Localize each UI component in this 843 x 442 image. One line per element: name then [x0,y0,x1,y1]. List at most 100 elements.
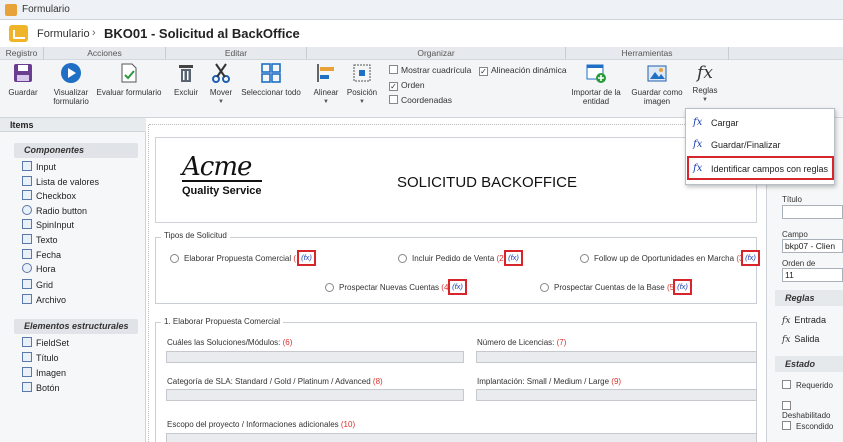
titulo-input[interactable] [782,205,843,219]
componentes-section-header[interactable]: Componentes [14,143,138,158]
coordenadas-checkbox[interactable]: Coordenadas [389,95,452,105]
reglas-button[interactable]: fx Reglas ▼ [689,62,721,105]
app-icon [5,4,17,16]
component-checkbox[interactable]: Checkbox [22,190,76,203]
excluir-button[interactable]: Excluir [170,62,202,97]
window-title: Formulario [22,4,70,15]
sla-input[interactable] [166,389,464,401]
component-label: Grid [36,280,54,290]
evaluate-document-icon [121,63,137,83]
mostrar-cuadricula-label: Mostrar cuadrícula [401,65,472,75]
group-acciones: Acciones [44,47,166,60]
escopo-input[interactable] [166,433,757,442]
component-grid[interactable]: Grid [22,279,53,292]
evaluar-button[interactable]: Evaluar formulario [96,62,162,97]
component-archivo[interactable]: Archivo [22,294,66,307]
menu-item-cargar[interactable]: fx Cargar [686,113,834,133]
radio-follow-up[interactable]: Follow up de Oportunidades en Marcha (3) [580,254,746,264]
field-label-text: Cuáles las Soluciones/Módulos: [167,338,281,347]
guardar-imagen-label: Guardar como imagen [631,88,683,106]
radio-icon [22,205,32,215]
clock-icon [22,263,32,273]
component-input[interactable]: Input [22,161,56,174]
structural-imagen[interactable]: Imagen [22,367,66,380]
radio-circle-icon [325,283,334,292]
fx-rule-marker: (fx) [504,250,523,266]
play-icon [61,63,81,83]
orden-checkbox[interactable]: ✓ Orden [389,80,425,91]
mover-button[interactable]: Mover ▼ [205,62,237,107]
regla-label: Salida [794,334,820,344]
campo-label: Campo [782,230,808,239]
escopo-label: Escopo del proyecto / Informaciones adic… [167,420,355,429]
visualizar-button[interactable]: Visualizar formulario [49,62,93,106]
scissors-icon [212,63,230,83]
logo-subtitle: Quality Service [182,185,262,197]
implantacion-input[interactable] [476,389,757,401]
radio-circle-icon [170,254,179,263]
component-texto[interactable]: Texto [22,234,58,247]
excluir-label: Excluir [173,88,198,97]
radio-prospectar-nuevas[interactable]: Prospectar Nuevas Cuentas (4) [325,283,451,293]
image-save-icon [647,65,667,82]
licencias-input[interactable] [476,351,757,363]
soluciones-input[interactable] [166,351,464,363]
radio-circle-icon [580,254,589,263]
component-hora[interactable]: Hora [22,263,56,276]
deshabilitado-checkbox[interactable]: Deshabilitado [782,401,843,420]
regla-salida[interactable]: fx Salida [782,334,819,345]
checkbox-label: Deshabilitado [782,411,831,420]
structural-boton[interactable]: Botón [22,382,60,395]
reglas-section-header[interactable]: Reglas [775,290,843,306]
collapse-sidebar-icon[interactable]: « [10,120,140,130]
component-fecha[interactable]: Fecha [22,249,61,262]
structural-fieldset[interactable]: FieldSet [22,337,69,350]
guardar-button[interactable]: Guardar [5,62,41,97]
orden-llenado-input[interactable]: 11 [782,268,843,282]
structural-titulo[interactable]: Título [22,352,59,365]
evaluar-label: Evaluar formulario [96,88,162,97]
component-spininput[interactable]: SpinInput [22,219,74,232]
guardar-imagen-button[interactable]: Guardar como imagen [628,62,686,106]
grid-icon [22,279,32,289]
mover-chevron-down-icon: ▼ [218,99,224,105]
campo-select[interactable]: bkp07 - Clien [782,239,843,253]
checkbox-unchecked-icon [782,421,791,430]
checkbox-checked-icon: ✓ [479,67,488,76]
radio-incluir-pedido[interactable]: Incluir Pedido de Venta (2) [398,254,506,264]
checkbox-unchecked-icon [782,380,791,389]
form-title[interactable]: SOLICITUD BACKOFFICE [397,174,577,191]
menu-item-guardar-finalizar[interactable]: fx Guardar/Finalizar [686,135,834,155]
estructurales-section-header[interactable]: Elementos estructurales [14,319,138,334]
estado-section-header[interactable]: Estado [775,356,843,372]
text-icon [22,234,32,244]
requerido-checkbox[interactable]: Requerido [782,380,833,390]
group-editar: Editar [166,47,307,60]
escondido-checkbox[interactable]: Escondido [782,421,833,431]
breadcrumb-formulario[interactable]: Formulario [37,28,90,40]
seleccionar-todo-button[interactable]: Seleccionar todo [240,62,302,97]
group-organizar: Organizar [307,47,566,60]
alineacion-dinamica-checkbox[interactable]: ✓ Alineación dinámica [479,65,567,76]
importar-entidad-button[interactable]: Importar de la entidad [570,62,622,106]
sla-label: Categoría de SLA: Standard / Gold / Plat… [167,377,383,386]
alinear-button[interactable]: Alinear ▼ [310,62,342,107]
component-lista-valores[interactable]: Lista de valores [22,176,99,189]
component-radio-button[interactable]: Radio button [22,205,87,218]
fx-rule-marker: (fx) [448,279,467,295]
implantacion-label: Implantación: Small / Medium / Large (9) [477,377,621,386]
posicion-button[interactable]: Posición ▼ [344,62,380,107]
mostrar-cuadricula-checkbox[interactable]: Mostrar cuadrícula [389,65,471,75]
radio-elaborar-propuesta[interactable]: Elaborar Propuesta Comercial (1) [170,254,303,264]
fx-icon: fx [782,316,791,326]
fx-load-icon: fx [693,117,703,128]
reglas-label: Reglas [692,86,718,95]
input-icon [22,161,32,171]
alineacion-dinamica-label: Alineación dinámica [491,65,567,75]
radio-prospectar-base[interactable]: Prospectar Cuentas de la Base (5) [540,283,677,293]
fx-rule-marker: (fx) [297,250,316,266]
mover-label: Mover [209,88,233,97]
posicion-chevron-down-icon: ▼ [359,99,365,105]
soluciones-label: Cuáles las Soluciones/Módulos: (6) [167,338,292,347]
regla-entrada[interactable]: fx Entrada [782,315,826,326]
